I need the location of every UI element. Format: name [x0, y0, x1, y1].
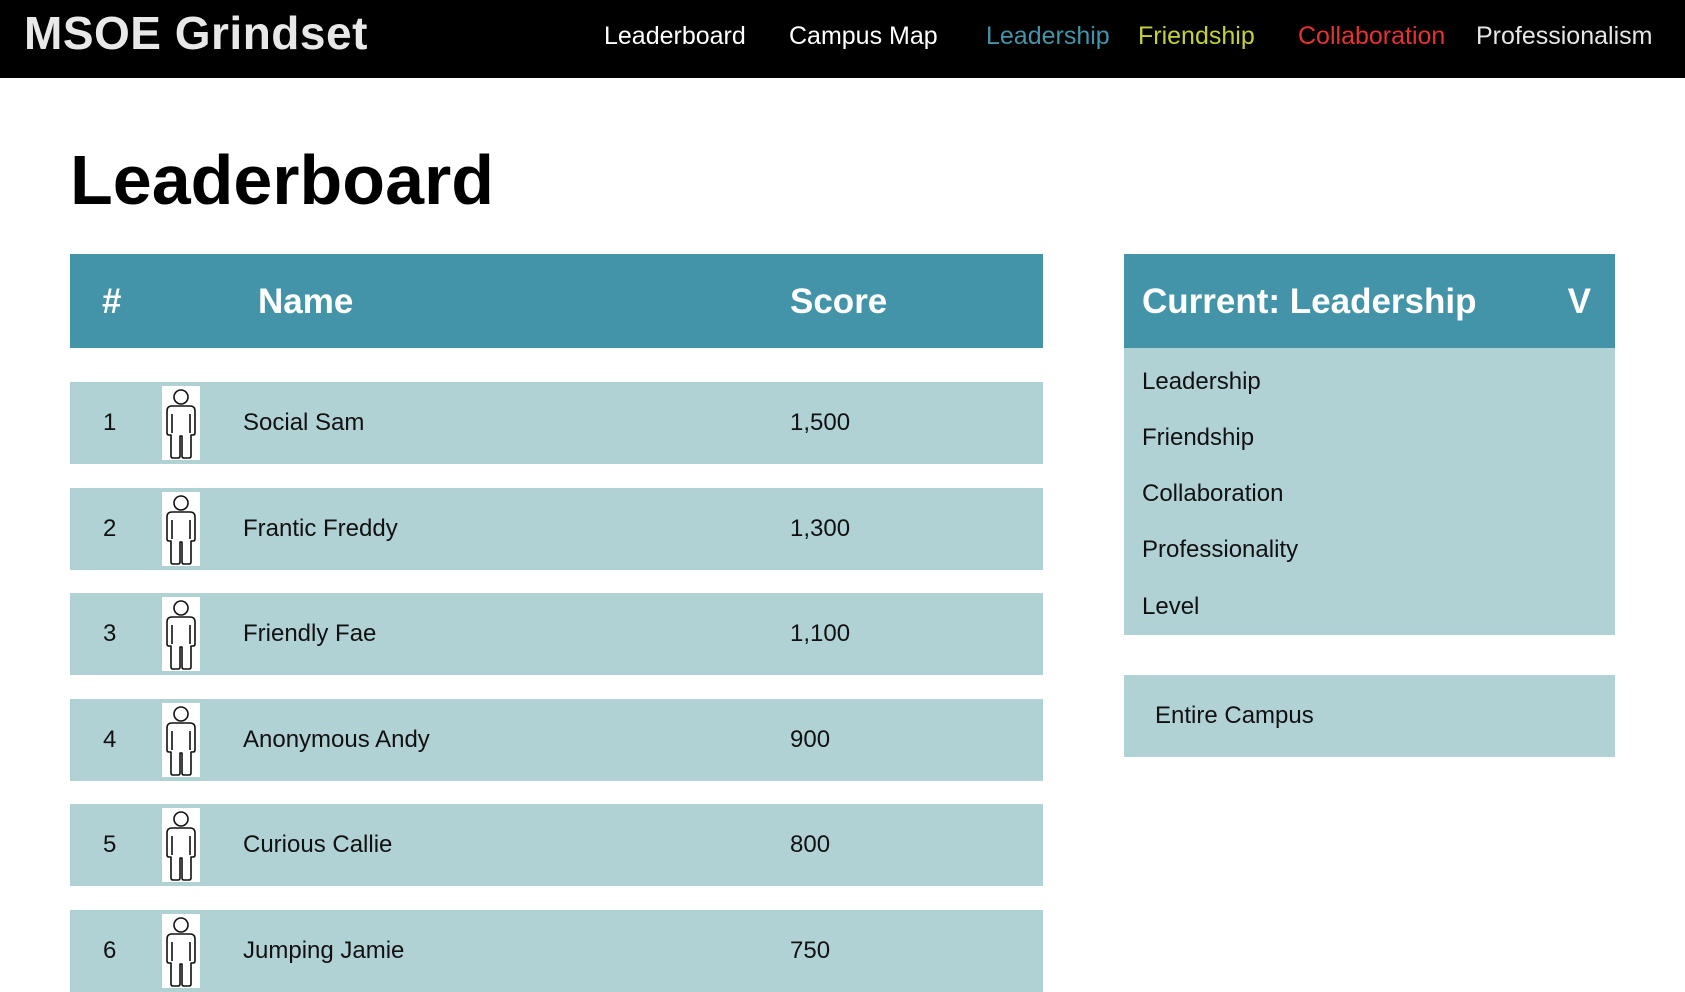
person-outline-icon — [162, 386, 200, 460]
scope-label: Entire Campus — [1155, 702, 1314, 729]
category-dropdown-label: Current: Leadership — [1142, 282, 1477, 321]
person-outline-icon — [162, 914, 200, 988]
table-row[interactable]: 4 Anonymous Andy 900 — [70, 699, 1043, 781]
row-score: 1,100 — [790, 620, 851, 647]
name-column-header: Name — [258, 282, 354, 321]
person-outline-icon — [162, 492, 200, 566]
row-name: Friendly Fae — [243, 620, 377, 647]
leaderboard-table-header: # Name Score — [70, 254, 1043, 348]
score-column-header: Score — [790, 282, 888, 321]
chevron-down-icon[interactable]: V — [1568, 282, 1591, 322]
top-navigation-bar: MSOE Grindset Leaderboard Campus Map Lea… — [0, 0, 1685, 78]
row-name: Jumping Jamie — [243, 937, 405, 964]
category-option-collaboration[interactable]: Collaboration — [1142, 480, 1283, 508]
row-score: 1,500 — [790, 409, 851, 436]
person-outline-icon — [162, 703, 200, 777]
table-row[interactable]: 3 Friendly Fae 1,100 — [70, 593, 1043, 675]
row-rank: 6 — [103, 937, 117, 964]
table-row[interactable]: 1 Social Sam 1,500 — [70, 382, 1043, 464]
category-dropdown-menu: Leadership Friendship Collaboration Prof… — [1124, 348, 1615, 635]
category-dropdown-toggle[interactable]: Current: Leadership V — [1124, 254, 1615, 348]
nav-collaboration[interactable]: Collaboration — [1298, 22, 1445, 51]
row-score: 750 — [790, 937, 831, 964]
row-rank: 1 — [103, 409, 117, 436]
person-outline-icon — [162, 597, 200, 671]
row-rank: 2 — [103, 515, 117, 542]
row-rank: 4 — [103, 726, 117, 753]
row-score: 900 — [790, 726, 831, 753]
row-name: Social Sam — [243, 409, 365, 436]
category-option-leadership[interactable]: Leadership — [1142, 368, 1261, 396]
row-score: 1,300 — [790, 515, 851, 542]
scope-selector[interactable]: Entire Campus — [1124, 675, 1615, 757]
person-outline-icon — [162, 808, 200, 882]
brand-logo[interactable]: MSOE Grindset — [24, 6, 368, 60]
nav-leadership[interactable]: Leadership — [986, 22, 1110, 51]
nav-friendship[interactable]: Friendship — [1138, 22, 1255, 51]
category-option-professionality[interactable]: Professionality — [1142, 536, 1298, 564]
row-name: Curious Callie — [243, 831, 393, 858]
row-rank: 5 — [103, 831, 117, 858]
table-row[interactable]: 5 Curious Callie 800 — [70, 804, 1043, 886]
table-row[interactable]: 6 Jumping Jamie 750 — [70, 910, 1043, 992]
nav-campus-map[interactable]: Campus Map — [789, 22, 938, 51]
nav-professionalism[interactable]: Professionalism — [1476, 22, 1652, 51]
row-score: 800 — [790, 831, 831, 858]
nav-leaderboard[interactable]: Leaderboard — [604, 22, 746, 51]
rank-column-header: # — [102, 282, 122, 321]
category-option-level[interactable]: Level — [1142, 593, 1199, 621]
category-option-friendship[interactable]: Friendship — [1142, 424, 1254, 452]
row-rank: 3 — [103, 620, 117, 647]
table-row[interactable]: 2 Frantic Freddy 1,300 — [70, 488, 1043, 570]
page-title: Leaderboard — [70, 141, 494, 219]
row-name: Frantic Freddy — [243, 515, 398, 542]
row-name: Anonymous Andy — [243, 726, 430, 753]
